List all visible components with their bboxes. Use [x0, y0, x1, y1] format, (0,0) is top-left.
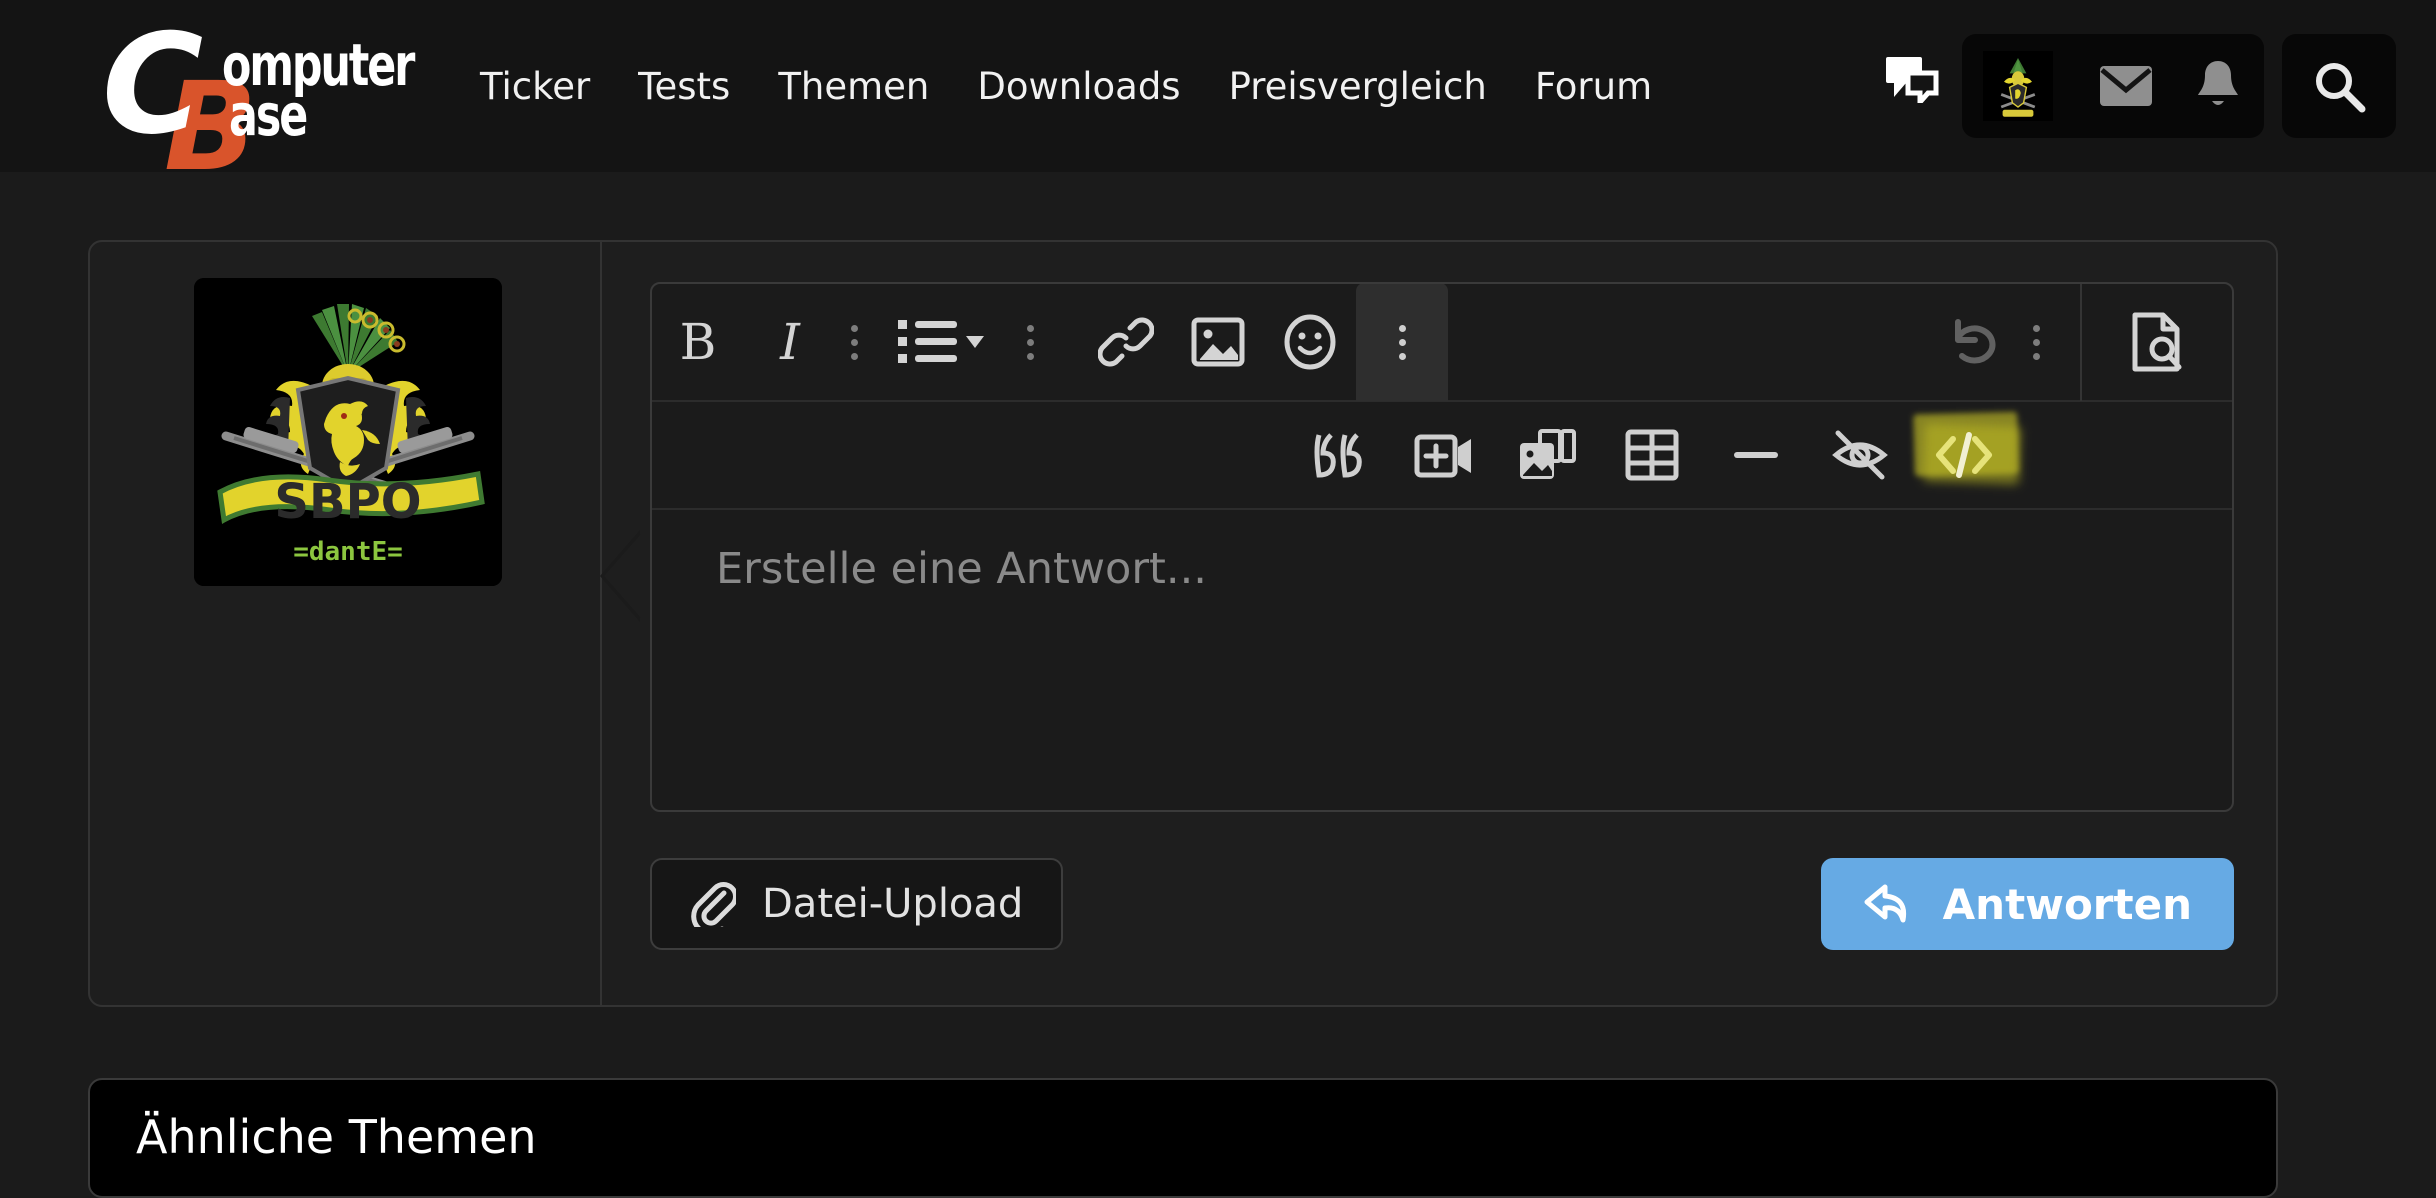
eye-off-icon — [1832, 430, 1888, 480]
nav-ticker[interactable]: Ticker — [456, 65, 614, 108]
emoji-button[interactable] — [1264, 292, 1356, 392]
search-button[interactable] — [2282, 34, 2396, 138]
code-icon — [1936, 432, 1992, 478]
reply-textarea[interactable]: Erstelle eine Antwort... — [652, 510, 2232, 810]
preview-button[interactable] — [2082, 292, 2232, 392]
editor-column: B I Erstelle eine Antwort... Datei-Uploa… — [602, 242, 2276, 1005]
logo-word-base: ase — [229, 81, 308, 149]
spoiler-button[interactable] — [1812, 407, 1908, 503]
user-avatar-icon[interactable] — [1982, 34, 2054, 138]
smiley-icon — [1284, 314, 1336, 370]
file-upload-label: Datei-Upload — [762, 881, 1024, 927]
nav-tests[interactable]: Tests — [614, 65, 754, 108]
undo-button[interactable] — [1926, 292, 2018, 392]
editor-toolbar-secondary — [652, 402, 2232, 510]
mail-icon[interactable] — [2080, 34, 2172, 138]
bold-icon: B — [679, 313, 717, 371]
search-icon — [2316, 63, 2366, 113]
header-actions — [1876, 0, 2436, 172]
media-gallery-button[interactable] — [1500, 407, 1596, 503]
reply-submit-label: Antworten — [1942, 879, 2192, 929]
avatar[interactable]: SBPO =dantE= — [194, 278, 502, 586]
reply-arrow-icon — [1864, 884, 1906, 923]
avatar-nickname: =dantE= — [293, 537, 403, 567]
image-button[interactable] — [1172, 292, 1264, 392]
italic-button[interactable]: I — [744, 292, 836, 392]
similar-topics-title: Ähnliche Themen — [136, 1110, 537, 1164]
bell-icon[interactable] — [2172, 34, 2264, 138]
toolbar-separator-3[interactable] — [2018, 292, 2054, 392]
reply-editor-panel: SBPO =dantE= B I Erstelle eine Antwort..… — [88, 240, 2278, 1007]
paperclip-icon — [691, 882, 736, 927]
svg-text:SBPO: SBPO — [274, 474, 421, 530]
image-icon — [1191, 317, 1245, 367]
more-options-button[interactable] — [1356, 284, 1448, 401]
rich-text-editor: B I Erstelle eine Antwort... — [650, 282, 2234, 812]
post-author-column: SBPO =dantE= — [90, 242, 641, 1005]
toolbar-separator-1[interactable] — [836, 292, 872, 392]
logo-letter-c: C — [102, 4, 203, 165]
reply-submit-button[interactable]: Antworten — [1820, 858, 2234, 950]
bold-button[interactable]: B — [652, 292, 744, 392]
avatar-crest-large: SBPO =dantE= — [194, 278, 502, 586]
speech-notch-inner — [604, 534, 641, 618]
nav-downloads[interactable]: Downloads — [953, 65, 1204, 108]
quote-icon — [1314, 433, 1362, 478]
horizontal-rule-button[interactable] — [1708, 407, 1804, 503]
vertical-dots-icon — [850, 324, 858, 360]
link-button[interactable] — [1080, 292, 1172, 392]
file-upload-button[interactable]: Datei-Upload — [650, 858, 1064, 950]
nav-preisvergleich[interactable]: Preisvergleich — [1205, 65, 1511, 108]
bullet-list-dropdown-icon — [898, 320, 984, 363]
horizontal-rule-icon — [1734, 452, 1778, 458]
avatar-crest-small — [1983, 51, 2053, 121]
editor-toolbar-primary: B I — [652, 284, 2232, 402]
quote-button[interactable] — [1292, 407, 1388, 503]
table-icon — [1625, 429, 1679, 481]
toolbar-separator-2[interactable] — [1012, 292, 1048, 392]
italic-icon: I — [780, 313, 800, 371]
undo-icon — [1955, 319, 1996, 364]
nav-forum[interactable]: Forum — [1511, 65, 1676, 108]
document-preview-icon — [2132, 312, 2182, 372]
site-header: C B omputer ase Ticker Tests Themen Down… — [0, 0, 2436, 189]
table-button[interactable] — [1604, 407, 1700, 503]
code-button[interactable] — [1913, 407, 2021, 503]
add-video-icon — [1414, 434, 1471, 478]
similar-topics-panel: Ähnliche Themen — [88, 1078, 2278, 1198]
vertical-dots-icon — [2032, 324, 2040, 360]
computerbase-logo[interactable]: C B omputer ase — [82, 16, 415, 189]
list-button[interactable] — [872, 292, 1012, 392]
nav-themen[interactable]: Themen — [754, 65, 953, 108]
user-menu-box — [1962, 34, 2264, 138]
main-navigation: Ticker Tests Themen Downloads Preisvergl… — [456, 65, 1676, 108]
chat-bubbles-icon[interactable] — [1876, 43, 1948, 115]
vertical-dots-icon — [1398, 324, 1406, 360]
vertical-dots-icon — [1026, 324, 1034, 360]
insert-video-button[interactable] — [1396, 407, 1492, 503]
gallery-icon — [1520, 429, 1576, 479]
link-icon — [1098, 317, 1154, 367]
editor-action-bar: Datei-Upload Antworten — [650, 858, 2234, 950]
